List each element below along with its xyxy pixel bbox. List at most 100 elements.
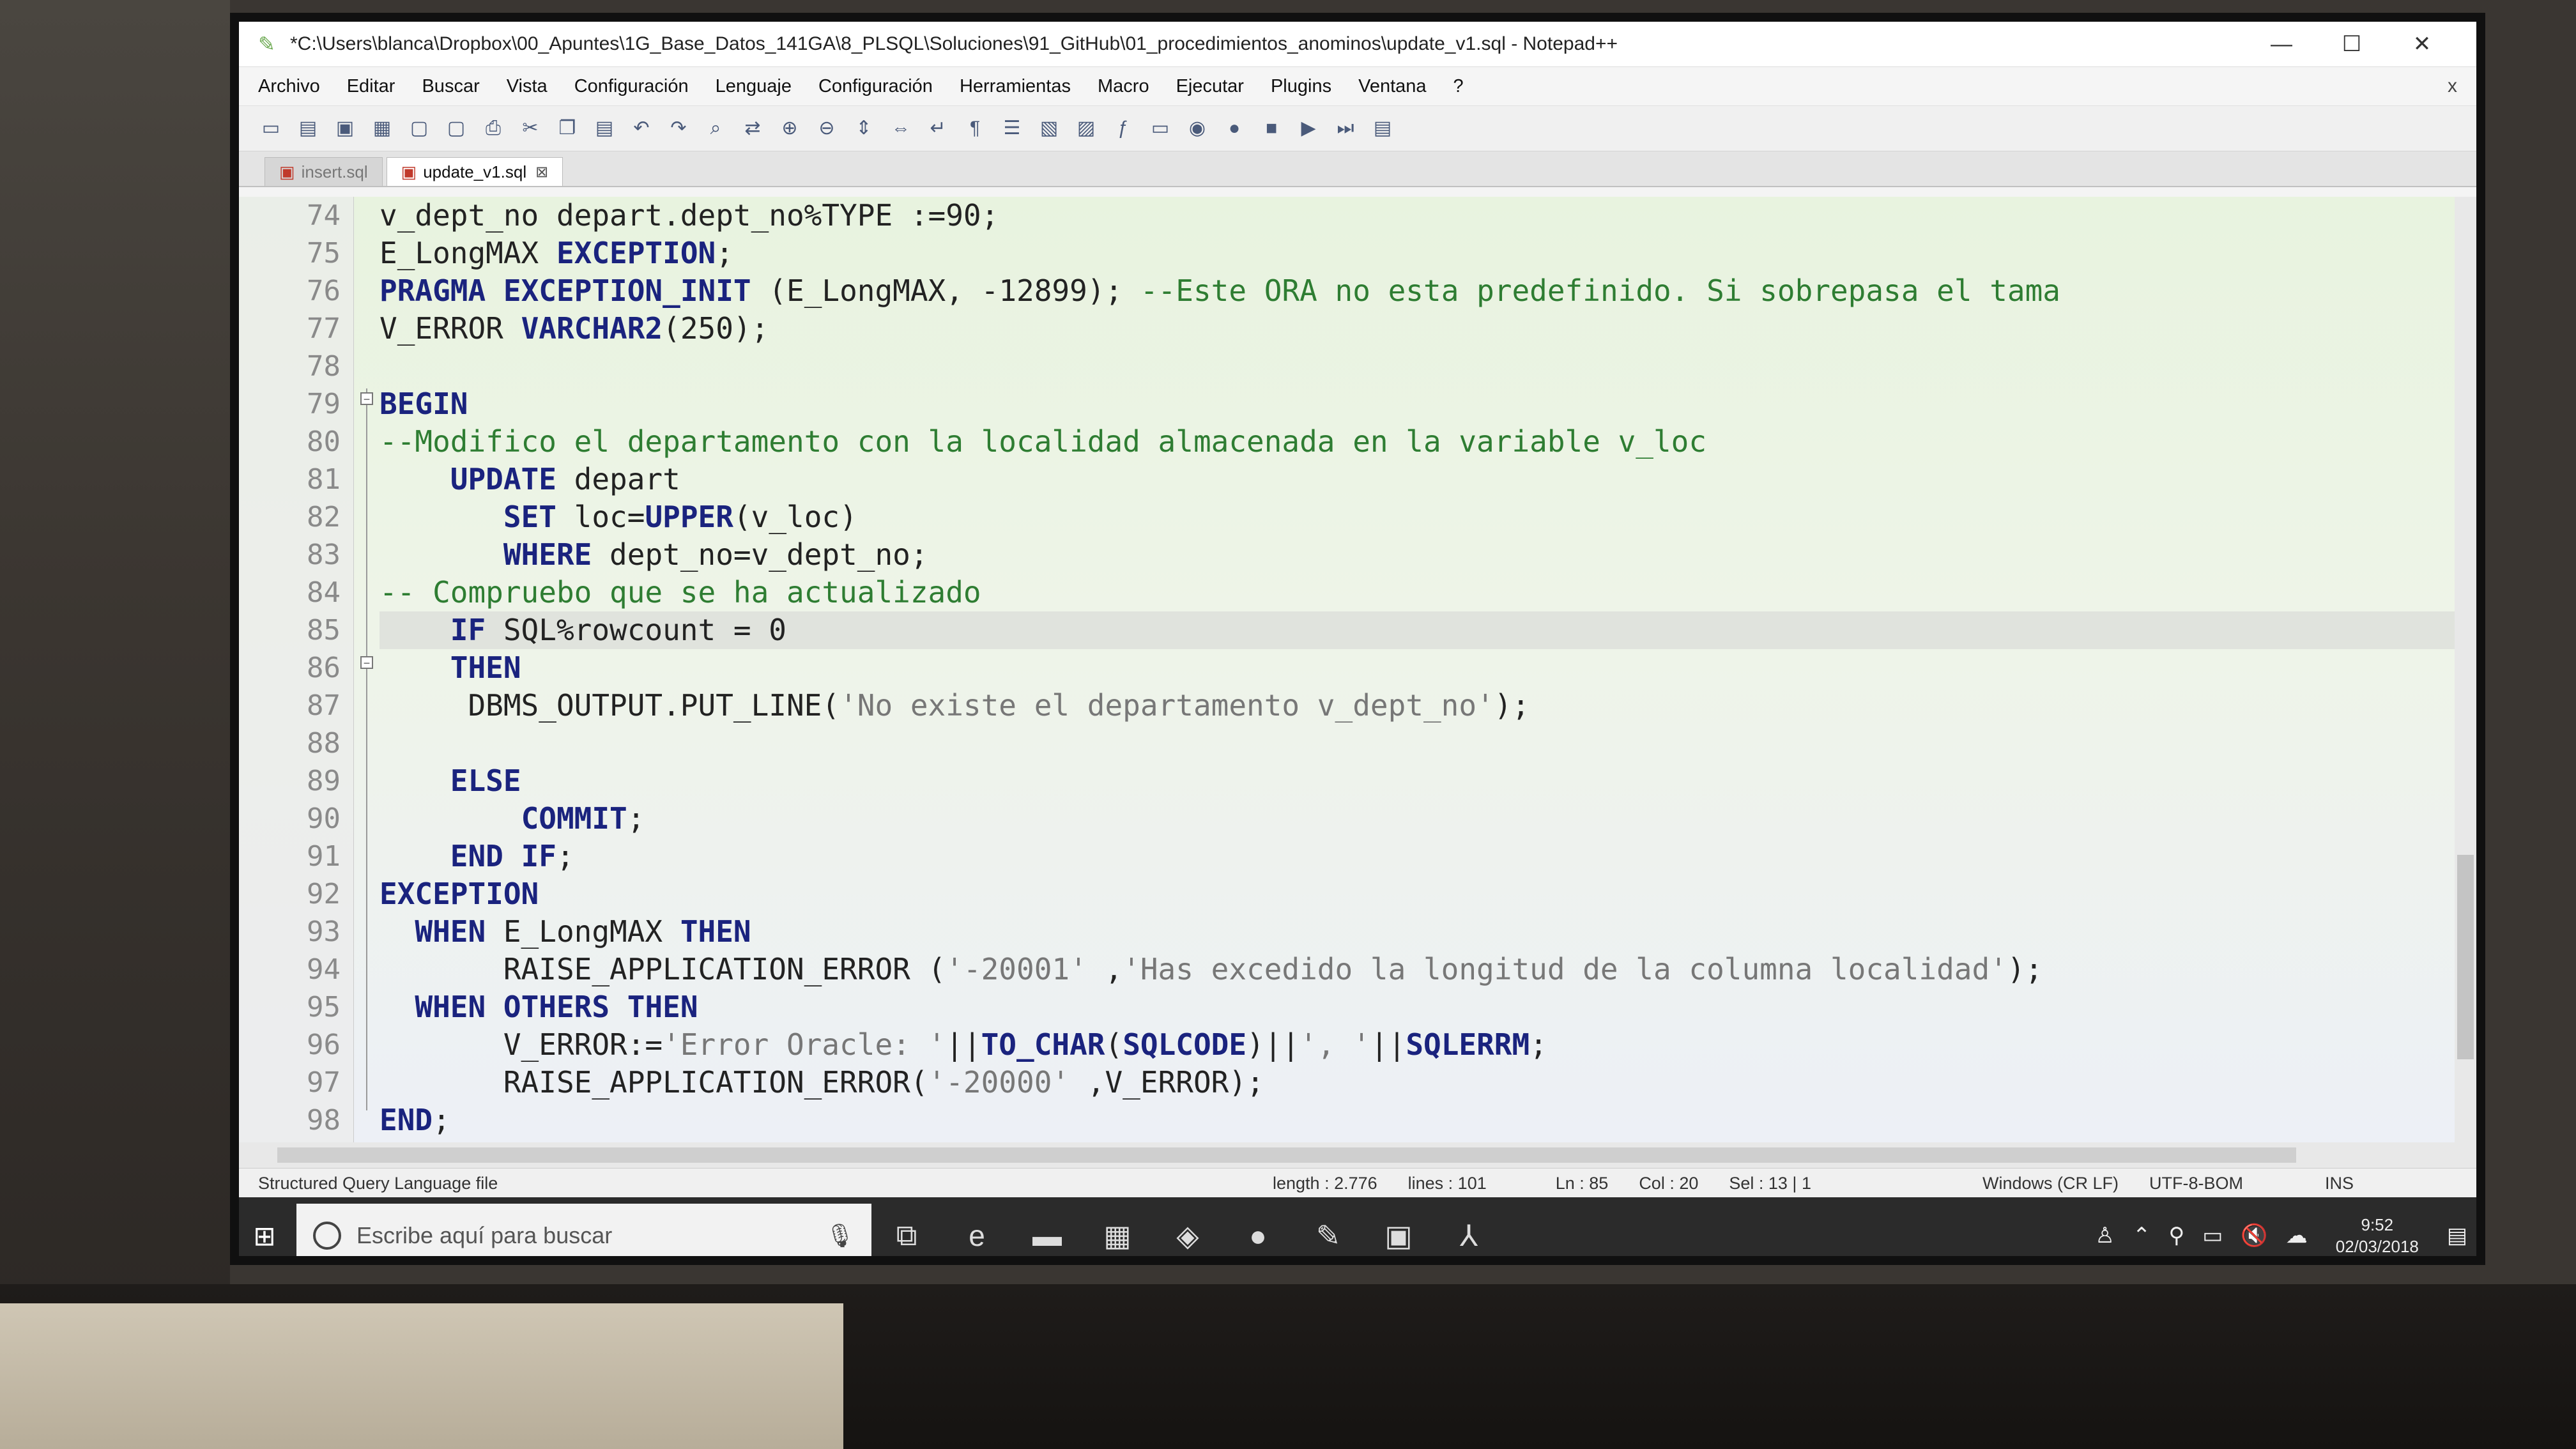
save-macro-icon[interactable]: ▤ [1370, 116, 1395, 141]
menu-lenguaje[interactable]: Lenguaje [716, 76, 792, 97]
menu-editar[interactable]: Editar [347, 76, 395, 97]
save-icon[interactable]: ▣ [332, 116, 358, 141]
code-line[interactable]: BEGIN [379, 385, 2476, 423]
task-view-icon[interactable]: ⧉ [871, 1218, 942, 1254]
menu-buscar[interactable]: Buscar [422, 76, 479, 97]
code-line[interactable]: ​ [379, 724, 2476, 762]
minimize-button[interactable]: — [2246, 32, 2317, 57]
menu-configuracion[interactable]: Configuración [818, 76, 933, 97]
lang-icon[interactable]: ▧ [1036, 116, 1062, 141]
fold-toggle-then-icon[interactable]: − [360, 656, 373, 669]
code-line[interactable]: END; [379, 1101, 2476, 1139]
menu-herramientas[interactable]: Herramientas [960, 76, 1071, 97]
redo-icon[interactable]: ↷ [666, 116, 691, 141]
paste-icon[interactable]: ▤ [592, 116, 617, 141]
vertical-scrollbar[interactable] [2455, 197, 2476, 1142]
code-line[interactable]: EXCEPTION [379, 875, 2476, 913]
code-text[interactable]: v_dept_no depart.dept_no%TYPE :=90; E_Lon… [379, 197, 2476, 1142]
sql-app-icon[interactable]: ▣ [1363, 1218, 1434, 1253]
taskbar-search[interactable]: Escribe aquí para buscar 🎙 [296, 1204, 871, 1256]
close-document-button[interactable]: x [2448, 75, 2457, 97]
close-all-icon[interactable]: ▢ [443, 116, 469, 141]
code-line[interactable]: -- Compruebo que se ha actualizado [379, 574, 2476, 611]
code-editor[interactable]: 74 75 76 77 78 79 80 81 82 83 84 85 86 8… [239, 197, 2476, 1142]
record-macro-icon[interactable]: ● [1222, 116, 1247, 141]
menu-codificacion[interactable]: Configuración [574, 76, 689, 97]
code-line[interactable]: PRAGMA EXCEPTION_INIT (E_LongMAX, -12899… [379, 272, 2476, 310]
tab-update-v1[interactable]: ▣ update_v1.sql ⊠ [386, 157, 564, 186]
zoom-in-icon[interactable]: ⊕ [777, 116, 802, 141]
undo-icon[interactable]: ↶ [629, 116, 654, 141]
notifications-icon[interactable]: ▤ [2447, 1223, 2467, 1248]
windows-start-icon[interactable]: ⊞ [239, 1220, 290, 1252]
word-wrap-icon[interactable]: ↵ [925, 116, 951, 141]
clock[interactable]: 9:52 02/03/2018 [2336, 1214, 2419, 1256]
edge-icon[interactable]: e [942, 1218, 1012, 1253]
code-line[interactable]: IF SQL%rowcount = 0 [379, 611, 2476, 649]
menu-macro[interactable]: Macro [1098, 76, 1149, 97]
code-line[interactable]: DBMS_OUTPUT.PUT_LINE('No existe el depar… [379, 687, 2476, 724]
tab-insert[interactable]: ▣ insert.sql [264, 157, 383, 186]
code-line[interactable]: WHEN OTHERS THEN [379, 988, 2476, 1026]
function-list-icon[interactable]: ƒ [1110, 116, 1136, 141]
code-line[interactable]: SET loc=UPPER(v_loc) [379, 498, 2476, 536]
code-line[interactable]: UPDATE depart [379, 461, 2476, 498]
find-icon[interactable]: ⌕ [703, 116, 728, 141]
menu-help[interactable]: ? [1453, 76, 1464, 97]
replace-icon[interactable]: ⇄ [740, 116, 765, 141]
people-icon[interactable]: ♙ [2095, 1223, 2114, 1248]
chevron-up-icon[interactable]: ⌃ [2133, 1223, 2151, 1248]
indent-guide-icon[interactable]: ☰ [999, 116, 1025, 141]
volume-muted-icon[interactable]: 🔇 [2241, 1223, 2267, 1248]
code-line[interactable]: E_LongMAX EXCEPTION; [379, 234, 2476, 272]
new-file-icon[interactable]: ▭ [258, 116, 284, 141]
sync-v-icon[interactable]: ⇕ [851, 116, 877, 141]
copy-icon[interactable]: ❐ [555, 116, 580, 141]
menu-vista[interactable]: Vista [507, 76, 548, 97]
show-all-chars-icon[interactable]: ¶ [962, 116, 988, 141]
code-line[interactable]: V_ERROR:='Error Oracle: '||TO_CHAR(SQLCO… [379, 1026, 2476, 1064]
code-line[interactable]: RAISE_APPLICATION_ERROR('-20000' ,V_ERRO… [379, 1064, 2476, 1101]
fold-toggle-begin-icon[interactable]: − [360, 392, 373, 405]
code-line[interactable]: V_ERROR VARCHAR2(250); [379, 310, 2476, 348]
app-icon[interactable]: ◈ [1153, 1218, 1223, 1253]
menu-ejecutar[interactable]: Ejecutar [1176, 76, 1244, 97]
store-icon[interactable]: ▦ [1082, 1218, 1153, 1253]
menu-archivo[interactable]: Archivo [258, 76, 320, 97]
code-line[interactable]: v_dept_no depart.dept_no%TYPE :=90; [379, 197, 2476, 234]
cut-icon[interactable]: ✂ [518, 116, 543, 141]
stop-macro-icon[interactable]: ■ [1259, 116, 1284, 141]
code-line[interactable]: WHERE dept_no=v_dept_no; [379, 536, 2476, 574]
open-file-icon[interactable]: ▤ [295, 116, 321, 141]
acrobat-icon[interactable]: ⅄ [1434, 1218, 1504, 1253]
code-line[interactable]: END IF; [379, 838, 2476, 875]
code-line[interactable]: ​ [379, 348, 2476, 385]
save-all-icon[interactable]: ▦ [369, 116, 395, 141]
run-macro-multiple-icon[interactable]: ⏭ [1333, 116, 1358, 141]
code-line[interactable]: WHEN E_LongMAX THEN [379, 913, 2476, 951]
print-icon[interactable]: ⎙ [480, 116, 506, 141]
folder-icon[interactable]: ▭ [1147, 116, 1173, 141]
file-explorer-icon[interactable]: ▬ [1012, 1218, 1082, 1253]
code-line[interactable]: --Modifico el departamento con la locali… [379, 423, 2476, 461]
status-encoding[interactable]: UTF-8-BOM [2134, 1174, 2258, 1193]
firefox-icon[interactable]: ● [1223, 1218, 1293, 1253]
vertical-scroll-thumb[interactable] [2457, 855, 2474, 1059]
microphone-icon[interactable]: 🎙 [825, 1222, 855, 1249]
code-line[interactable]: RAISE_APPLICATION_ERROR ('-20001' ,'Has … [379, 951, 2476, 988]
doc-map-icon[interactable]: ▨ [1073, 116, 1099, 141]
close-icon[interactable]: ▢ [406, 116, 432, 141]
code-line[interactable]: COMMIT; [379, 800, 2476, 838]
notepadpp-taskbar-icon[interactable]: ✎ [1293, 1218, 1363, 1253]
horizontal-scrollbar[interactable] [239, 1142, 2476, 1168]
horizontal-scroll-thumb[interactable] [277, 1147, 2296, 1163]
network-icon[interactable]: ▭ [2202, 1223, 2223, 1248]
onedrive-icon[interactable]: ☁ [2286, 1223, 2308, 1248]
code-line[interactable]: THEN [379, 649, 2476, 687]
maximize-button[interactable]: ☐ [2317, 31, 2387, 57]
close-button[interactable]: ✕ [2387, 31, 2457, 57]
menu-plugins[interactable]: Plugins [1271, 76, 1331, 97]
usb-icon[interactable]: ⚲ [2168, 1223, 2184, 1248]
code-line[interactable]: ELSE [379, 762, 2476, 800]
monitor-icon[interactable]: ◉ [1184, 116, 1210, 141]
